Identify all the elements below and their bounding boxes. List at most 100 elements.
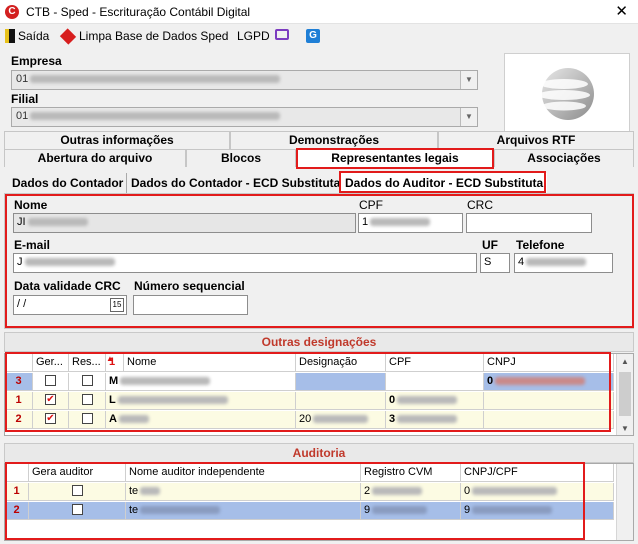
col-header-gera-auditor[interactable]: Gera auditor (29, 464, 126, 482)
nome-cell[interactable]: M (106, 373, 296, 391)
gera-auditor-checkbox[interactable] (71, 503, 83, 515)
res-checkbox[interactable] (81, 412, 93, 424)
nome-input[interactable]: JI (13, 213, 356, 233)
sort-indicator[interactable]: ▲ 1 (106, 354, 124, 372)
gera-checkbox-cell[interactable] (33, 373, 69, 391)
registro-cvm-cell[interactable]: 9 (361, 502, 461, 520)
res-checkbox[interactable] (81, 374, 93, 386)
nome-cell[interactable]: L (106, 392, 296, 410)
gera-checkbox-cell[interactable]: ✔ (33, 411, 69, 429)
col-header-res[interactable]: Res... (69, 354, 106, 372)
gera-checkbox-cell[interactable]: ✔ (33, 392, 69, 410)
res-checkbox-cell[interactable] (69, 373, 106, 391)
tab-abertura-arquivo[interactable]: Abertura do arquivo (4, 149, 186, 167)
table-row[interactable]: 1 ✔ L 0 (5, 392, 633, 410)
cnpj-cell[interactable] (484, 411, 614, 429)
crc-input[interactable] (466, 213, 592, 233)
table-row[interactable]: 3 M 0 (5, 373, 633, 391)
filial-select[interactable]: 01 ▼ (11, 107, 478, 127)
designacao-cell[interactable]: 20 (296, 411, 386, 429)
table-row[interactable]: 2 ✔ A 20 3 (5, 411, 633, 429)
exit-label: Saída (18, 29, 50, 43)
vertical-scrollbar[interactable] (616, 464, 633, 540)
nome-auditor-value: te (129, 504, 139, 516)
cnpj-cell[interactable]: 0 (484, 373, 614, 391)
cnpj-cpf-cell[interactable]: 9 (461, 502, 614, 520)
scroll-up-icon[interactable]: ▲ (617, 354, 633, 370)
globe-logo-icon (540, 68, 594, 120)
calendar-icon[interactable]: 15 (110, 298, 124, 312)
close-icon[interactable]: ✕ (615, 2, 628, 20)
exit-button[interactable]: Saída (5, 29, 49, 43)
vertical-scrollbar[interactable]: ▲ ▼ (616, 354, 633, 435)
cnpj-value: 0 (487, 375, 494, 387)
col-header-nome-auditor[interactable]: Nome auditor independente (126, 464, 361, 482)
cnpj-cpf-cell[interactable]: 0 (461, 483, 614, 501)
designacao-value: 20 (299, 413, 312, 425)
lgpd-button[interactable]: LGPD (237, 29, 270, 43)
res-checkbox-cell[interactable] (69, 392, 106, 410)
window-title: CTB - Sped - Escrituração Contábil Digit… (26, 5, 251, 19)
res-checkbox[interactable] (81, 393, 93, 405)
empresa-select[interactable]: 01 ▼ (11, 70, 478, 90)
validade-crc-label: Data validade CRC (14, 279, 121, 293)
scroll-down-icon[interactable]: ▼ (617, 421, 633, 435)
cnpj-cell[interactable] (484, 392, 614, 410)
tab-demonstracoes[interactable]: Demonstrações (230, 131, 438, 149)
chevron-down-icon[interactable]: ▼ (460, 108, 477, 126)
cpf-input[interactable]: 1 (358, 213, 463, 233)
col-header-designacao[interactable]: Designação (296, 354, 386, 372)
tab-blocos[interactable]: Blocos (186, 149, 296, 167)
cpf-cell[interactable]: 0 (386, 392, 484, 410)
registro-cvm-cell[interactable]: 2 (361, 483, 461, 501)
g-button[interactable]: G (306, 29, 320, 43)
col-header-cpf[interactable]: CPF (386, 354, 484, 372)
sort-arrow-icon: ▲ (106, 354, 114, 363)
uf-input[interactable]: S (480, 253, 510, 273)
col-header-gera[interactable]: Ger... (33, 354, 69, 372)
gera-checkbox-checked[interactable]: ✔ (45, 412, 56, 424)
telefone-input[interactable]: 4 (514, 253, 613, 273)
clear-db-button[interactable]: Limpa Base de Dados Sped (59, 27, 228, 45)
nome-auditor-cell[interactable]: te (126, 502, 361, 520)
tab-representantes-legais[interactable]: Representantes legais (296, 149, 494, 167)
col-header-cnpj-cpf[interactable]: CNPJ/CPF (461, 464, 614, 482)
gera-auditor-cell[interactable] (29, 502, 126, 520)
col-header-registro-cvm[interactable]: Registro CVM (361, 464, 461, 482)
nome-cell[interactable]: A (106, 411, 296, 429)
monitor-button[interactable] (275, 29, 289, 40)
subtab-dados-contador[interactable]: Dados do Contador (8, 173, 127, 193)
chevron-down-icon[interactable]: ▼ (460, 71, 477, 89)
tab-outras-informacoes[interactable]: Outras informações (4, 131, 230, 149)
table-header-row: Gera auditor Nome auditor independente R… (5, 464, 633, 482)
designacao-cell[interactable] (296, 392, 386, 410)
telefone-value: 4 (518, 256, 525, 268)
company-logo (504, 53, 630, 132)
empresa-label: Empresa (11, 54, 62, 68)
subtab-auditor-ecd[interactable]: Dados do Auditor - ECD Substituta (340, 173, 548, 193)
tab-arquivos-rtf[interactable]: Arquivos RTF (438, 131, 634, 149)
cpf-label: CPF (359, 198, 383, 212)
gera-auditor-checkbox[interactable] (71, 484, 83, 496)
col-header-cnpj[interactable]: CNPJ (484, 354, 614, 372)
tab-associacoes[interactable]: Associações (494, 149, 634, 167)
subtab-contador-ecd[interactable]: Dados do Contador - ECD Substituta (126, 173, 344, 193)
app-logo-icon: C (5, 5, 19, 19)
col-header-nome[interactable]: Nome (124, 354, 296, 372)
gera-auditor-cell[interactable] (29, 483, 126, 501)
scroll-thumb[interactable] (619, 372, 631, 416)
table-row[interactable]: 1 te 2 0 (5, 483, 633, 501)
nome-auditor-cell[interactable]: te (126, 483, 361, 501)
cpf-cell[interactable] (386, 373, 484, 391)
gera-checkbox[interactable] (45, 374, 56, 386)
email-input[interactable]: J (13, 253, 477, 273)
numero-sequencial-input[interactable] (133, 295, 248, 315)
cpf-cell[interactable]: 3 (386, 411, 484, 429)
res-checkbox-cell[interactable] (69, 411, 106, 429)
gera-checkbox-checked[interactable]: ✔ (45, 393, 56, 405)
table-row[interactable]: 2 te 9 9 (5, 502, 633, 520)
telefone-label: Telefone (516, 238, 565, 252)
monitor-icon (275, 29, 289, 40)
designacao-cell[interactable] (296, 373, 386, 391)
validade-crc-input[interactable]: / / 15 (13, 295, 127, 315)
